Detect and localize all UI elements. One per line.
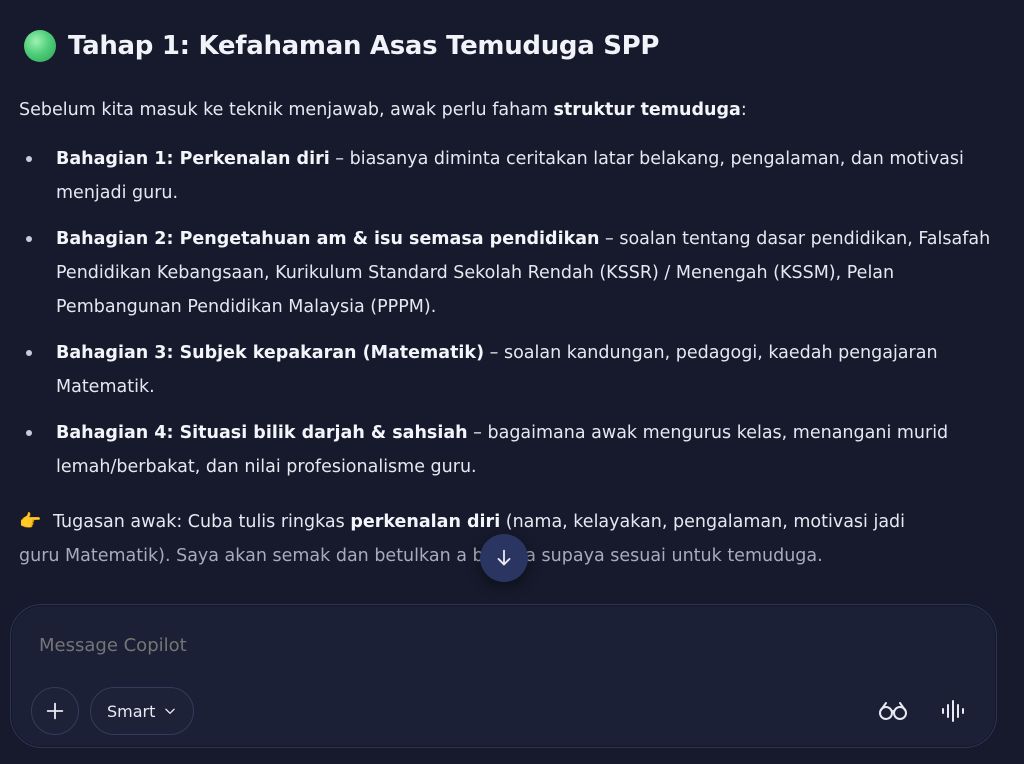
glasses-icon <box>879 702 907 720</box>
list-item-title: Bahagian 4: Situasi bilik darjah & sahsi… <box>56 423 468 443</box>
chevron-down-icon <box>163 704 177 718</box>
message-composer: Smart <box>10 604 997 748</box>
intro-text: Sebelum kita masuk ke teknik menjawab, a… <box>19 100 554 120</box>
list-item: Bahagian 2: Pengetahuan am & isu semasa … <box>19 222 1009 324</box>
plus-icon <box>46 702 64 720</box>
green-circle-icon <box>24 30 56 62</box>
chat-page: Tahap 1: Kefahaman Asas Temuduga SPP Seb… <box>0 0 1024 764</box>
list-item: Bahagian 3: Subjek kepakaran (Matematik)… <box>19 336 1009 404</box>
task-second-line: guru Matematik). Saya akan semak dan bet… <box>19 546 823 566</box>
section-heading: Tahap 1: Kefahaman Asas Temuduga SPP <box>24 30 659 62</box>
message-input[interactable] <box>39 635 839 656</box>
voice-waveform-icon <box>942 700 964 722</box>
intro-end: : <box>740 100 747 120</box>
mode-selector-button[interactable]: Smart <box>90 687 195 735</box>
task-text-end: (nama, kelayakan, pengalaman, motivasi j… <box>500 512 906 532</box>
heading-text: Tahap 1: Kefahaman Asas Temuduga SPP <box>68 31 660 61</box>
section-list: Bahagian 1: Perkenalan diri – biasanya d… <box>19 142 1009 496</box>
voice-input-button[interactable] <box>933 693 973 729</box>
list-item-title: Bahagian 1: Perkenalan diri <box>56 149 330 169</box>
list-item-title: Bahagian 3: Subjek kepakaran (Matematik) <box>56 343 485 363</box>
bullet <box>26 236 32 242</box>
intro-paragraph: Sebelum kita masuk ke teknik menjawab, a… <box>19 93 1009 127</box>
add-attachment-button[interactable] <box>31 687 79 735</box>
task-text: Tugasan awak: Cuba tulis ringkas <box>47 512 351 532</box>
bullet <box>26 156 32 162</box>
vision-button[interactable] <box>873 693 913 729</box>
scroll-to-bottom-button[interactable] <box>480 534 528 582</box>
mode-label: Smart <box>107 701 156 721</box>
list-item: Bahagian 4: Situasi bilik darjah & sahsi… <box>19 416 1009 484</box>
task-bold: perkenalan diri <box>350 512 501 532</box>
list-item: Bahagian 1: Perkenalan diri – biasanya d… <box>19 142 1009 210</box>
arrow-down-icon <box>497 549 511 566</box>
pointing-hand-icon: 👉 <box>19 511 42 532</box>
bullet <box>26 430 32 436</box>
intro-bold: struktur temuduga <box>553 100 741 120</box>
bullet <box>26 350 32 356</box>
list-item-title: Bahagian 2: Pengetahuan am & isu semasa … <box>56 229 600 249</box>
